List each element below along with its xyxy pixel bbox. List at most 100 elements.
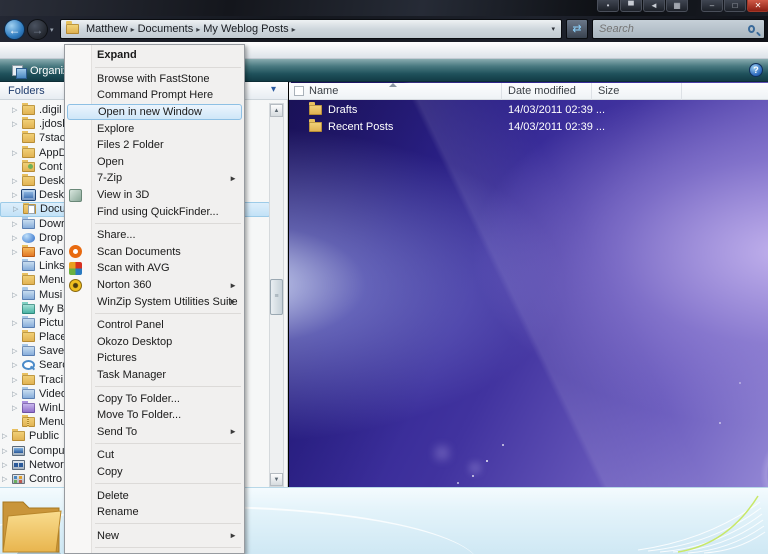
minimize-button[interactable]: –	[701, 0, 723, 12]
history-dropdown-icon[interactable]: ▾	[50, 26, 54, 34]
expander-icon[interactable]: ▷	[12, 120, 22, 128]
tree-folder-icon	[12, 446, 25, 456]
expander-icon[interactable]: ▷	[12, 234, 22, 242]
column-name[interactable]: Name	[309, 83, 338, 100]
menu-item-delete[interactable]: Delete ►	[65, 487, 244, 504]
expander-icon[interactable]: ▷	[2, 475, 12, 483]
expander-icon[interactable]: ▷	[12, 376, 22, 384]
tree-folder-icon	[22, 162, 35, 172]
menu-item-icon	[69, 122, 82, 135]
scroll-up-icon[interactable]: ▲	[270, 104, 283, 117]
breadcrumb[interactable]: Matthew▸Documents▸My Weblog Posts▸ ▾	[60, 19, 562, 39]
folders-collapse-chevron-icon[interactable]: ▾	[271, 84, 276, 95]
scrollbar-thumb[interactable]: ≡	[270, 279, 283, 315]
expander-icon[interactable]: ▷	[12, 319, 22, 327]
forward-button[interactable]: →	[27, 19, 48, 40]
menu-item-send-to[interactable]: Send To ►	[65, 423, 244, 440]
breadcrumb-item[interactable]: Documents	[135, 23, 197, 35]
menu-item-icon	[69, 368, 82, 381]
menu-separator	[65, 64, 244, 71]
menu-item-command-prompt-here[interactable]: Command Prompt Here ►	[65, 87, 244, 104]
search-icon[interactable]	[748, 25, 755, 33]
menu-item-copy[interactable]: Copy ►	[65, 464, 244, 481]
scroll-down-icon[interactable]: ▼	[270, 473, 283, 486]
selected-folder-icon	[1, 490, 65, 554]
expander-icon[interactable]: ▷	[13, 205, 23, 213]
back-button[interactable]: ←	[4, 19, 25, 40]
tree-folder-icon	[22, 346, 35, 356]
Drafts[interactable]: Drafts 14/03/2011 02:39 ...	[289, 101, 768, 118]
tree-folder-icon	[22, 375, 35, 385]
menu-item-task-manager[interactable]: Task Manager ►	[65, 367, 244, 384]
expander-icon[interactable]: ▷	[2, 461, 12, 469]
dot-button[interactable]: •	[597, 0, 619, 12]
tree-folder-icon	[23, 204, 36, 214]
menu-item-control-panel[interactable]: Control Panel ►	[65, 317, 244, 334]
expander-icon[interactable]: ▷	[2, 447, 12, 455]
menu-item-scan-with-avg[interactable]: Scan with AVG ►	[65, 260, 244, 277]
menu-item-norton-360[interactable]: Norton 360 ►	[65, 277, 244, 294]
menu-item-winzip-utilities[interactable]: WinZip System Utilities Suite ►	[65, 293, 244, 310]
breadcrumb-separator-icon[interactable]: ▸	[292, 25, 296, 34]
expander-icon[interactable]: ▷	[12, 191, 22, 199]
menu-item-new[interactable]: New ►	[65, 527, 244, 544]
menu-item-open-in-new-window[interactable]: Open in new Window ►	[67, 104, 242, 121]
expander-icon[interactable]: ▷	[12, 361, 22, 369]
menu-item-explore[interactable]: Explore ►	[65, 120, 244, 137]
expander-icon[interactable]: ▷	[12, 390, 22, 398]
close-button[interactable]: ✕	[747, 0, 768, 12]
file-list-panel: Name Date modified Size Drafts 14/03/201…	[289, 82, 768, 487]
menu-item-pictures[interactable]: Pictures ►	[65, 350, 244, 367]
menu-item-okozo-desktop[interactable]: Okozo Desktop ►	[65, 334, 244, 351]
submenu-arrow-icon: ►	[229, 427, 237, 436]
menu-item-icon	[69, 245, 82, 258]
menu-item-expand[interactable]: Expand ►	[65, 47, 244, 64]
transparency-button[interactable]: ▦	[666, 0, 688, 12]
dock-left-button[interactable]: ◄	[643, 0, 665, 12]
rollup-button[interactable]: ▀	[620, 0, 642, 12]
column-date-modified[interactable]: Date modified	[501, 83, 576, 100]
search-input[interactable]	[593, 23, 748, 35]
menu-item-icon	[69, 352, 82, 365]
Recent Posts[interactable]: Recent Posts 14/03/2011 02:39 ...	[289, 118, 768, 135]
select-all-checkbox[interactable]	[294, 86, 304, 96]
refresh-button[interactable]: ⇄	[566, 19, 588, 39]
column-size[interactable]: Size	[591, 83, 619, 100]
expander-icon[interactable]: ▷	[12, 291, 22, 299]
maximize-button[interactable]: □	[724, 0, 746, 12]
menu-item-open[interactable]: Open ►	[65, 154, 244, 171]
expander-icon[interactable]: ▷	[12, 220, 22, 228]
tree-folder-icon	[22, 190, 35, 200]
menu-item-view-in-3d[interactable]: View in 3D ►	[65, 187, 244, 204]
help-button[interactable]: ?	[749, 63, 763, 77]
expander-icon[interactable]: ▷	[12, 248, 22, 256]
address-dropdown-icon[interactable]: ▾	[551, 25, 555, 33]
menu-item-quickfinder[interactable]: Find using QuickFinder... ►	[65, 203, 244, 220]
menu-item-share[interactable]: Share... ►	[65, 227, 244, 244]
tree-folder-icon	[22, 247, 35, 257]
menu-item-7zip[interactable]: 7-Zip ►	[65, 170, 244, 187]
tree-folder-icon	[22, 275, 35, 285]
organize-icon	[12, 65, 25, 77]
menu-item-icon	[69, 529, 82, 542]
menu-item-copy-to-folder[interactable]: Copy To Folder... ►	[65, 390, 244, 407]
expander-icon[interactable]: ▷	[12, 347, 22, 355]
decor-fan-lines	[618, 492, 768, 554]
menu-item-cut[interactable]: Cut ►	[65, 447, 244, 464]
menu-item-browse-faststone[interactable]: Browse with FastStone ►	[65, 71, 244, 88]
breadcrumb-item[interactable]: Matthew	[83, 23, 131, 35]
expander-icon[interactable]: ▷	[12, 404, 22, 412]
expander-icon[interactable]: ▷	[12, 149, 22, 157]
breadcrumb-item[interactable]: My Weblog Posts	[200, 23, 291, 35]
expander-icon[interactable]: ▷	[12, 106, 22, 114]
menu-item-files-2-folder[interactable]: Files 2 Folder ►	[65, 137, 244, 154]
tree-scrollbar[interactable]: ▲ ≡ ▼	[269, 103, 284, 487]
menu-item-rename[interactable]: Rename ►	[65, 504, 244, 521]
expander-icon[interactable]: ▷	[12, 177, 22, 185]
menu-item-scan-documents[interactable]: Scan Documents ►	[65, 244, 244, 261]
sort-ascending-icon[interactable]	[389, 83, 397, 87]
tree-folder-icon	[22, 219, 35, 229]
menu-item-icon	[69, 72, 82, 85]
expander-icon[interactable]: ▷	[2, 432, 12, 440]
menu-item-move-to-folder[interactable]: Move To Folder... ►	[65, 407, 244, 424]
